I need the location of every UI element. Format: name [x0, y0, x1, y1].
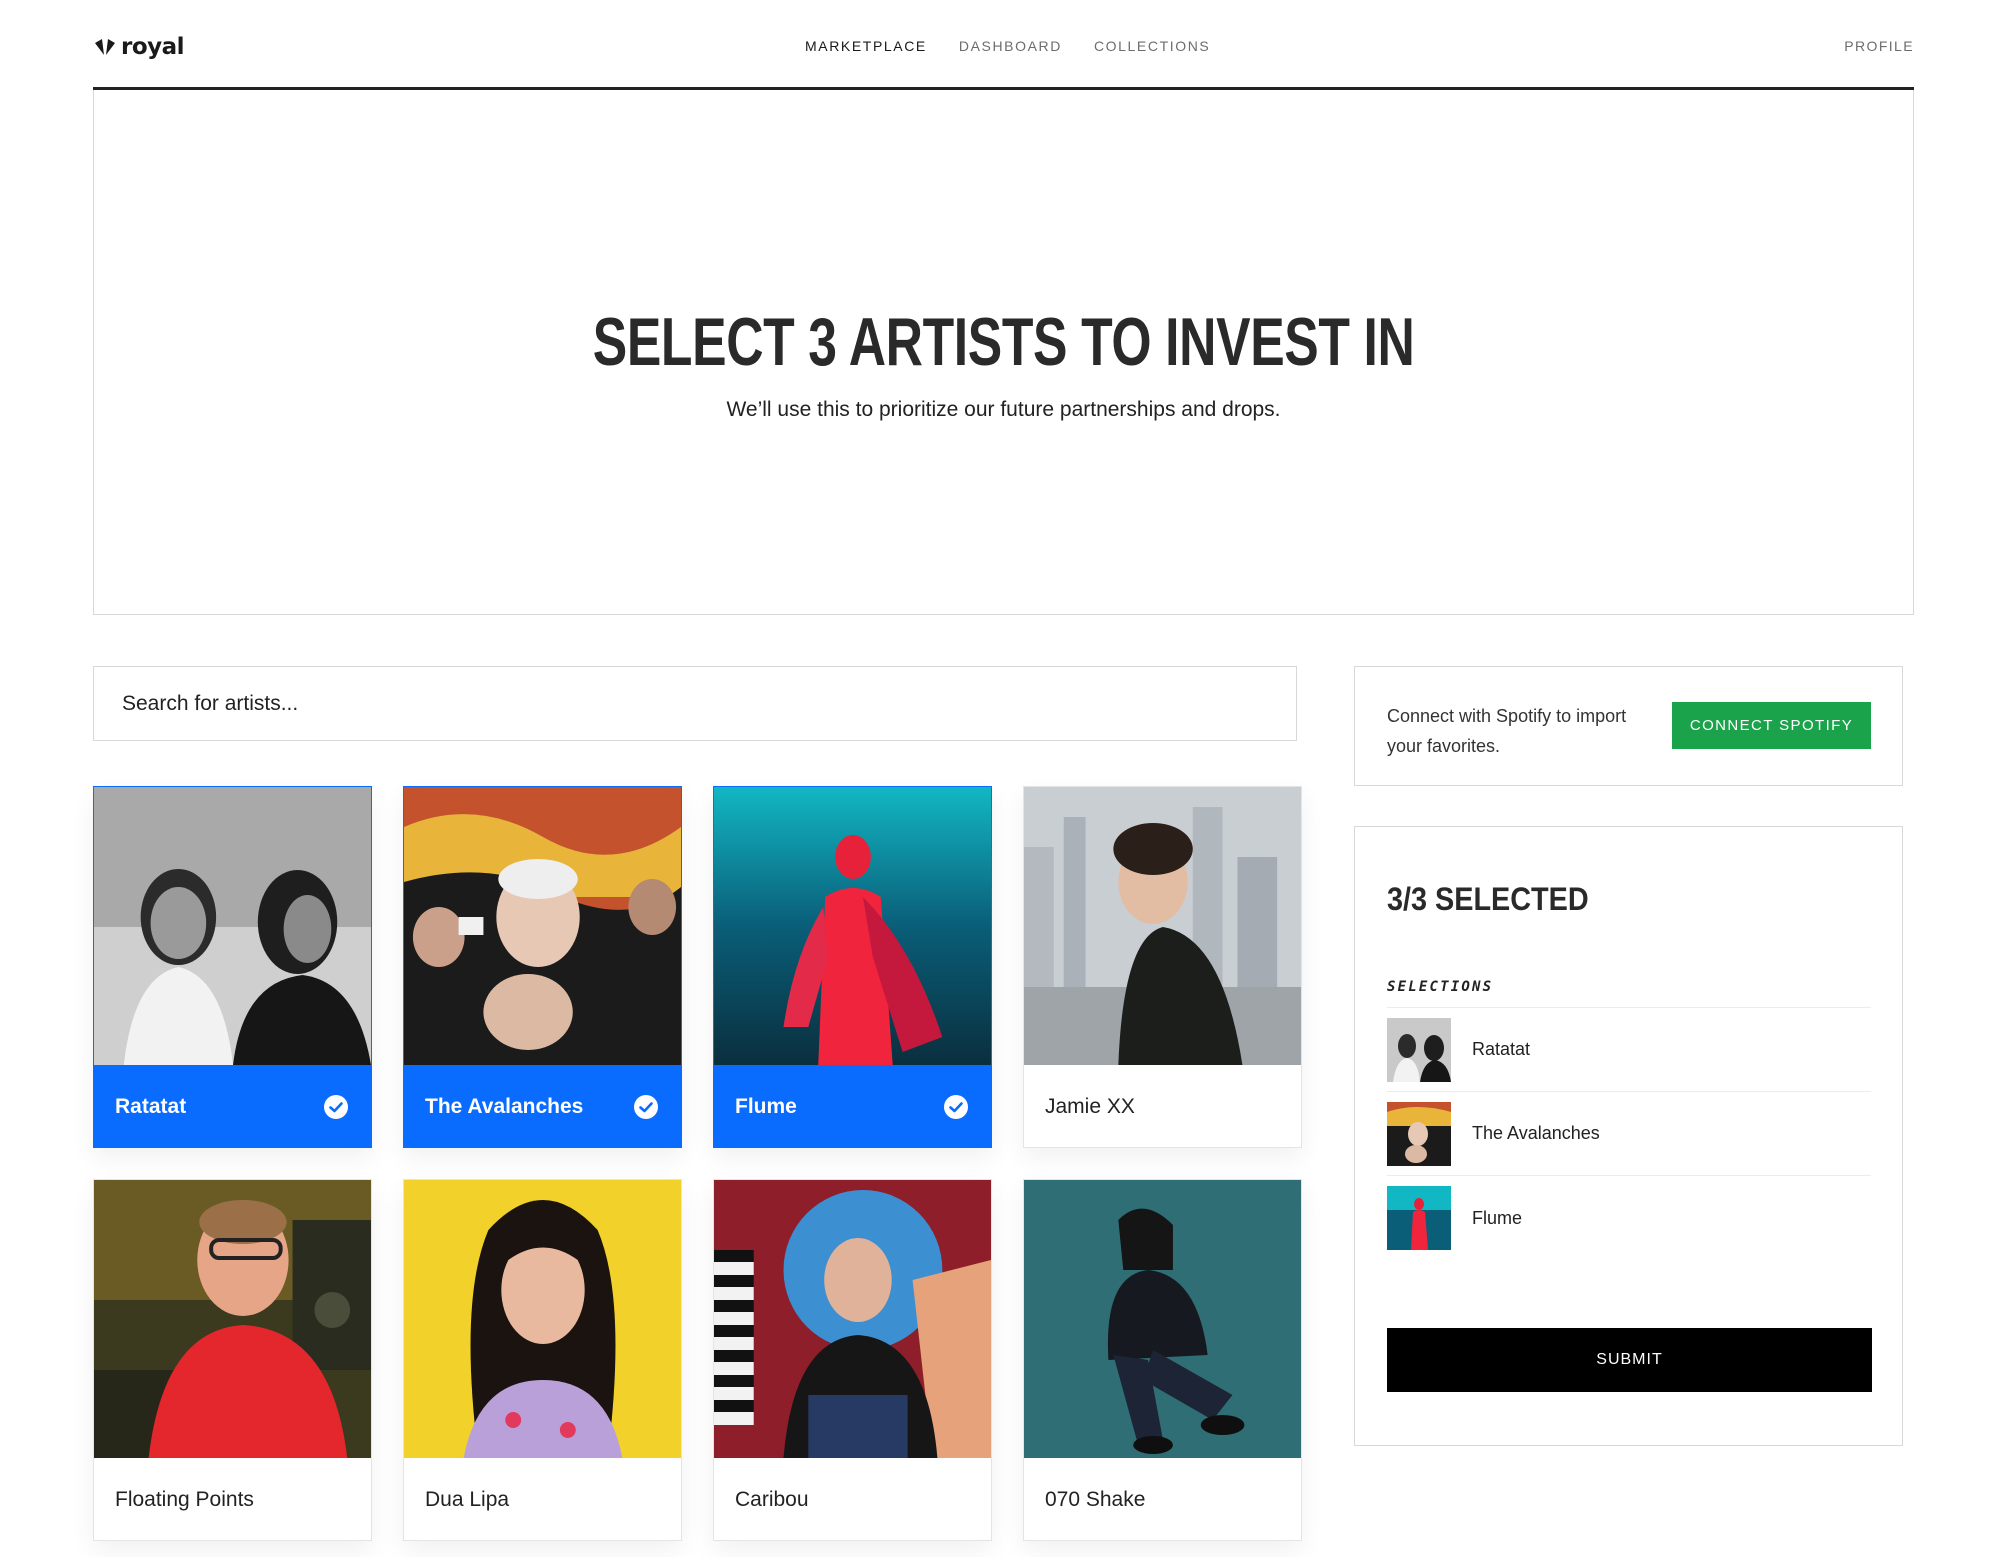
- selection-name: Ratatat: [1472, 1039, 1531, 1059]
- selection-thumbnail: [1387, 1186, 1451, 1250]
- artist-card-caribou[interactable]: Caribou: [713, 1179, 992, 1541]
- artist-name: Ratatat: [115, 1095, 187, 1118]
- check-circle-icon: [634, 1095, 658, 1119]
- artist-label: Floating Points: [94, 1458, 371, 1540]
- logo[interactable]: royal: [93, 30, 185, 64]
- artist-card-flume[interactable]: Flume: [713, 786, 992, 1148]
- selection-thumbnail: [1387, 1017, 1451, 1082]
- artist-card-the-avalanches[interactable]: The Avalanches: [403, 786, 682, 1148]
- selection-item[interactable]: Flume: [1387, 1176, 1871, 1260]
- artist-name: Caribou: [735, 1488, 809, 1511]
- page-title: SELECT 3 ARTISTS TO INVEST IN: [592, 304, 1415, 380]
- artist-name: Floating Points: [115, 1488, 254, 1511]
- search-input[interactable]: [122, 691, 1296, 716]
- search-box: [93, 666, 1297, 741]
- artist-name: 070 Shake: [1045, 1488, 1146, 1511]
- spotify-connect-box: Connect with Spotify to import your favo…: [1354, 666, 1903, 786]
- top-nav: royal MARKETPLACE DASHBOARD COLLECTIONS …: [93, 0, 1914, 90]
- selection-count: 3/3 SELECTED: [1387, 881, 1589, 917]
- selection-item[interactable]: Ratatat: [1387, 1008, 1871, 1092]
- artist-label: Jamie XX: [1024, 1065, 1301, 1147]
- royal-logo-icon: [95, 39, 115, 55]
- nav-dashboard[interactable]: DASHBOARD: [959, 38, 1062, 54]
- selection-panel: 3/3 SELECTED SELECTIONS Ratatat The Aval…: [1354, 826, 1903, 1446]
- artist-photo: [94, 1180, 371, 1458]
- artist-label: Ratatat: [94, 1065, 371, 1147]
- artist-photo: [1024, 787, 1301, 1065]
- artist-label: Caribou: [714, 1458, 991, 1540]
- nav-profile[interactable]: PROFILE: [1844, 38, 1914, 54]
- artist-card-070-shake[interactable]: 070 Shake: [1023, 1179, 1302, 1541]
- artist-photo: [714, 787, 991, 1065]
- artist-name: Flume: [735, 1095, 797, 1118]
- nav-collections[interactable]: COLLECTIONS: [1094, 38, 1210, 54]
- artist-label: Flume: [714, 1065, 991, 1147]
- nav-marketplace[interactable]: MARKETPLACE: [805, 38, 927, 54]
- spotify-description: Connect with Spotify to import your favo…: [1387, 706, 1627, 756]
- logo-text: royal: [121, 34, 185, 60]
- connect-spotify-button[interactable]: CONNECT SPOTIFY: [1672, 702, 1871, 749]
- artist-label: Dua Lipa: [404, 1458, 681, 1540]
- page-subtitle: We’ll use this to prioritize our future …: [726, 398, 1281, 421]
- selection-name: Flume: [1472, 1207, 1523, 1228]
- artist-label: 070 Shake: [1024, 1458, 1301, 1540]
- artist-name: The Avalanches: [425, 1095, 584, 1118]
- artist-card-ratatat[interactable]: Ratatat: [93, 786, 372, 1148]
- artist-photo: [714, 1180, 991, 1458]
- selection-thumbnail: [1387, 1101, 1451, 1166]
- artist-card-jamie-xx[interactable]: Jamie XX: [1023, 786, 1302, 1148]
- artist-name: Dua Lipa: [425, 1488, 510, 1511]
- selections-heading: SELECTIONS: [1387, 979, 1494, 995]
- artist-card-dua-lipa[interactable]: Dua Lipa: [403, 1179, 682, 1541]
- artist-label: The Avalanches: [404, 1065, 681, 1147]
- artist-photo: [1024, 1180, 1301, 1458]
- check-circle-icon: [944, 1095, 968, 1119]
- selections-list: Ratatat The Avalanches Flume: [1387, 1007, 1871, 1260]
- selection-name: The Avalanches: [1472, 1123, 1600, 1143]
- artist-photo: [404, 787, 681, 1065]
- submit-button[interactable]: SUBMIT: [1387, 1328, 1872, 1392]
- check-circle-icon: [324, 1095, 348, 1119]
- artist-card-floating-points[interactable]: Floating Points: [93, 1179, 372, 1541]
- artist-name: Jamie XX: [1045, 1095, 1135, 1118]
- hero-panel: SELECT 3 ARTISTS TO INVEST IN We’ll use …: [93, 90, 1914, 615]
- artist-photo: [404, 1180, 681, 1458]
- selection-item[interactable]: The Avalanches: [1387, 1092, 1871, 1176]
- artist-photo: [94, 787, 371, 1065]
- nav-links: MARKETPLACE DASHBOARD COLLECTIONS: [805, 38, 1210, 54]
